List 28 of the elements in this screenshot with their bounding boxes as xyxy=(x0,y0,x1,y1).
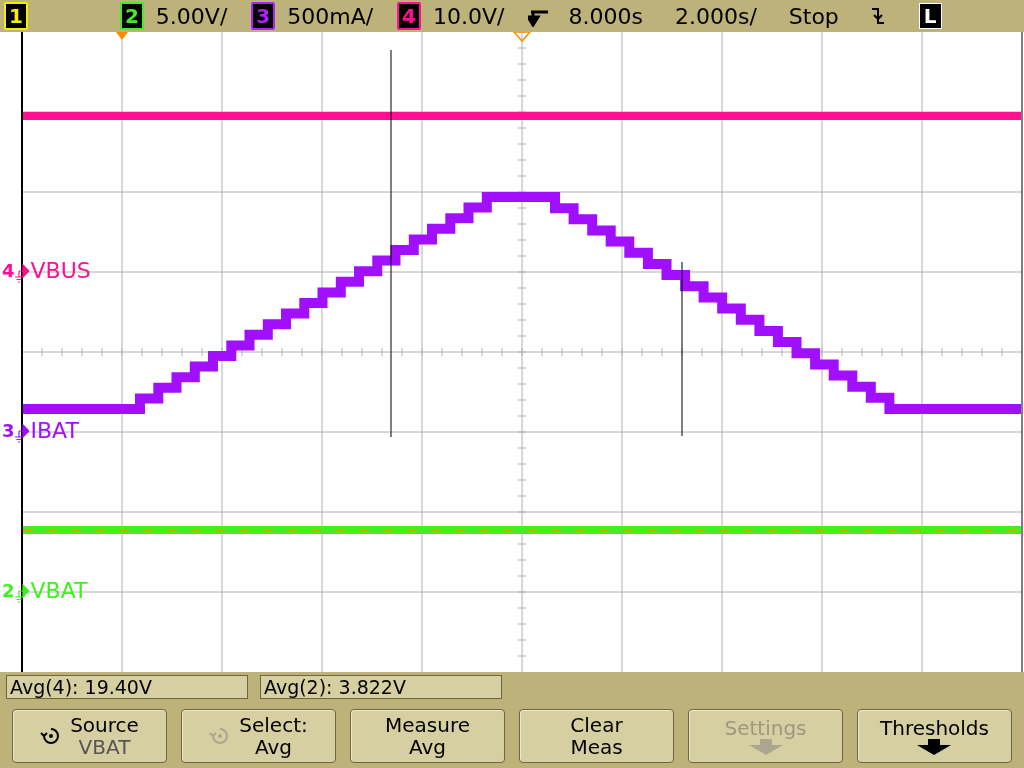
measurement-readout: Avg(4): 19.40V xyxy=(6,675,248,699)
channel-number: 4 xyxy=(2,260,15,281)
run-state: Stop xyxy=(788,3,839,29)
acquisition-mode: L xyxy=(918,3,942,29)
channel-number[interactable]: 3 xyxy=(251,2,276,30)
measurement-readout: Avg(2): 3.822V xyxy=(260,675,502,699)
channel-number[interactable]: 4 xyxy=(397,2,422,30)
channel-scale: 10.0V/ xyxy=(433,3,505,29)
channel-scale: 5.00V/ xyxy=(155,3,228,29)
softkey-button[interactable]: Source VBAT xyxy=(12,709,167,763)
softkey-button[interactable]: Thresholds xyxy=(857,709,1012,763)
falling-edge-icon xyxy=(870,5,885,27)
channel-scale: 500mA/ xyxy=(287,3,374,29)
softkey-button[interactable]: Measure Avg xyxy=(350,709,505,763)
time-reference-marker xyxy=(512,32,532,43)
softkey-button[interactable]: Select: Avg xyxy=(181,709,336,763)
delay-readout: 8.000s xyxy=(568,3,643,29)
channel-number: 3 xyxy=(2,420,15,441)
channel-number[interactable]: 1 xyxy=(4,2,28,30)
trace-label: VBAT xyxy=(30,578,88,603)
channel-number: 2 xyxy=(2,580,15,601)
channel-number[interactable]: 2 xyxy=(119,2,144,30)
timebase-readout: 2.000s/ xyxy=(674,3,757,29)
trace-label: VBUS xyxy=(30,258,91,283)
down-arrow-icon xyxy=(748,739,783,755)
trace-label: IBAT xyxy=(30,418,79,443)
down-arrow-icon xyxy=(917,739,952,755)
softkey-button[interactable]: Clear Meas xyxy=(519,709,674,763)
